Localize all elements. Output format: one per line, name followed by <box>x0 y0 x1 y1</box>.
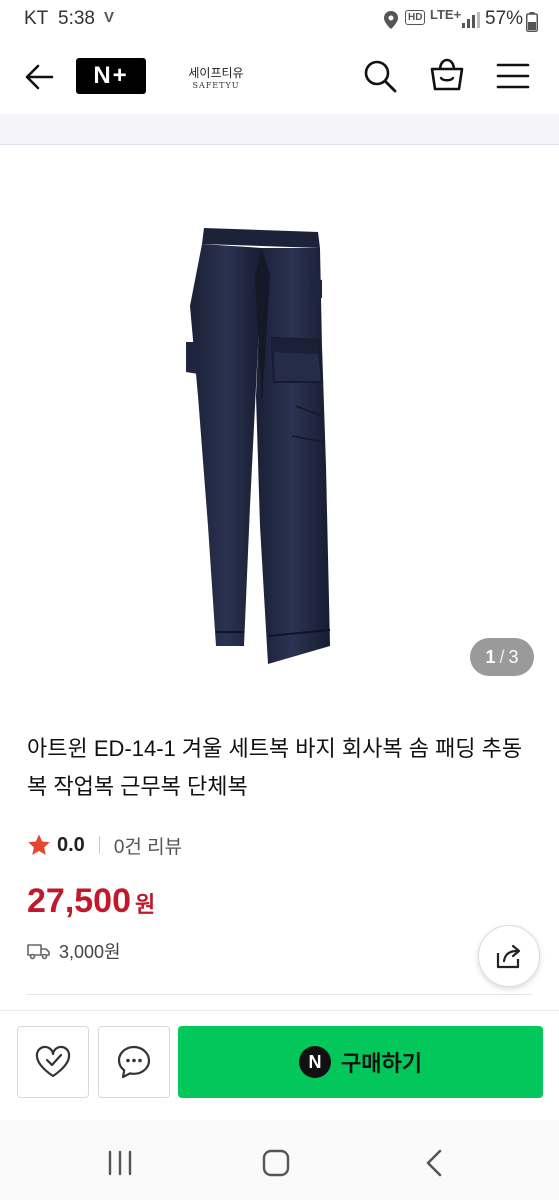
naver-plus-logo[interactable]: N+ <box>76 58 146 94</box>
buy-button-label: 구매하기 <box>341 1051 422 1076</box>
carrier-label: KT <box>24 8 49 29</box>
home-icon[interactable] <box>262 1149 290 1177</box>
back-arrow-icon[interactable] <box>22 60 56 94</box>
clock: 5:38 <box>58 8 95 29</box>
shipping-fee: 3,000원 <box>59 942 121 962</box>
wishlist-button[interactable] <box>17 1026 89 1098</box>
brand-name-kr: 세이프티유 <box>188 66 244 80</box>
price-currency: 원 <box>135 892 156 917</box>
product-image <box>186 228 331 664</box>
delivery-truck-icon <box>27 944 50 960</box>
network-icon: LTE+ <box>430 7 462 22</box>
section-divider <box>27 994 532 995</box>
menu-icon[interactable] <box>496 62 530 90</box>
price-value: 27,500 <box>27 882 131 920</box>
battery-level: 57% <box>485 8 524 29</box>
rating-value: 0.0 <box>57 833 85 856</box>
naver-pay-icon: N <box>299 1046 332 1078</box>
promo-banner[interactable] <box>0 114 559 145</box>
hd-icon: HD <box>405 10 426 25</box>
share-button[interactable] <box>478 925 540 987</box>
rating-row: 0.0 0건 리뷰 <box>27 830 182 860</box>
signal-icon <box>462 12 480 28</box>
recent-apps-icon[interactable] <box>106 1150 134 1176</box>
buy-button[interactable]: N 구매하기 <box>178 1026 543 1098</box>
product-image-gallery[interactable] <box>0 146 559 706</box>
system-back-icon[interactable] <box>424 1148 444 1178</box>
shipping-row: 3,000원 <box>27 938 121 964</box>
naver-plus-logo-text: N+ <box>93 62 129 89</box>
product-title: 아트윈 ED-14-1 겨울 세트복 바지 회사복 솜 패딩 추동복 작업복 근… <box>27 736 523 799</box>
image-counter-current: 1 <box>485 646 496 667</box>
rating-divider <box>98 836 100 854</box>
talk-talk-button[interactable] <box>98 1026 170 1098</box>
review-count-link[interactable]: 0건 리뷰 <box>114 832 182 859</box>
search-icon[interactable] <box>362 58 398 94</box>
price-row: 27,500 원 <box>27 882 155 921</box>
store-brand[interactable]: 세이프티유 SAFETYU <box>176 64 256 90</box>
star-icon <box>28 834 50 855</box>
system-nav-bar <box>0 1120 559 1200</box>
heart-check-icon <box>35 1045 71 1078</box>
share-icon <box>496 944 521 969</box>
image-counter-separator: / <box>499 646 505 667</box>
volte-icon: V <box>104 9 115 26</box>
shopping-bag-icon[interactable] <box>428 56 466 94</box>
image-counter-total: 3 <box>508 646 519 667</box>
location-icon <box>384 11 398 29</box>
chat-bubble-icon <box>117 1045 151 1079</box>
battery-icon <box>526 12 538 32</box>
image-counter: 1 / 3 <box>470 638 534 676</box>
brand-name-en: SAFETYU <box>192 81 240 90</box>
